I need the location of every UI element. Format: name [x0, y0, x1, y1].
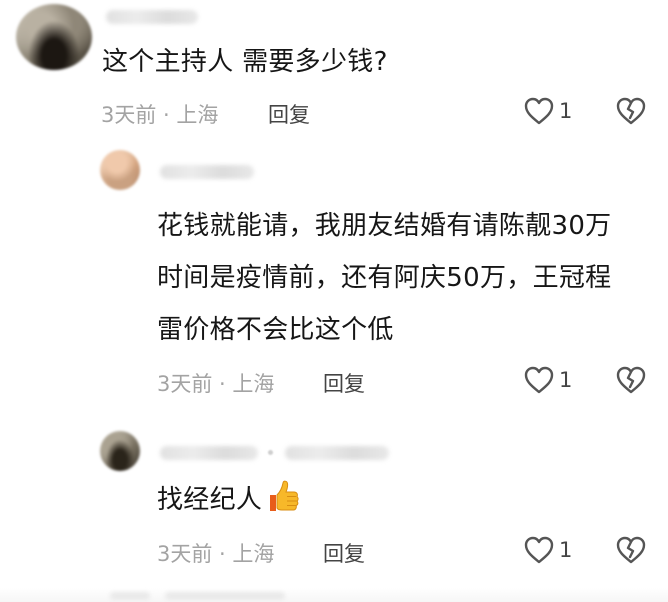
- next-comment-partial: [0, 588, 668, 602]
- reply-target-blurred[interactable]: [285, 446, 389, 460]
- broken-heart-icon[interactable]: [615, 365, 647, 395]
- comment-text-row: 找经纪人: [157, 480, 300, 520]
- comment-thread: 这个主持人 需要多少钱? 3天前 · 上海 回复 1 花钱就能请，我朋友结婚有请…: [0, 0, 668, 602]
- broken-heart-icon[interactable]: [615, 535, 647, 565]
- heart-outline-icon[interactable]: [523, 535, 555, 565]
- username-blurred[interactable]: [106, 10, 198, 24]
- comment-text: 花钱就能请，我朋友结婚有请陈靓30万时间是疫情前，还有阿庆50万，王冠程雷价格不…: [157, 211, 612, 345]
- avatar[interactable]: [100, 431, 140, 471]
- avatar[interactable]: [100, 150, 140, 190]
- username-blurred[interactable]: [160, 446, 258, 460]
- reply-button[interactable]: 回复: [323, 538, 365, 568]
- comment-text: 找经纪人: [157, 485, 263, 515]
- thumbs-up-emoji: [270, 480, 299, 511]
- reply-button[interactable]: 回复: [323, 368, 365, 398]
- like-count: 1: [559, 99, 573, 123]
- like-count: 1: [559, 538, 573, 562]
- comment-meta: 3天前 · 上海: [101, 103, 219, 127]
- comment-meta: 3天前 · 上海: [157, 542, 275, 566]
- comment-meta: 3天前 · 上海: [157, 372, 275, 396]
- avatar[interactable]: [16, 4, 92, 70]
- username-blurred[interactable]: [160, 165, 254, 179]
- heart-outline-icon[interactable]: [523, 96, 555, 126]
- comment-text: 这个主持人 需要多少钱?: [102, 47, 388, 77]
- heart-outline-icon[interactable]: [523, 365, 555, 395]
- like-count: 1: [559, 368, 573, 392]
- reply-arrow-icon: [268, 450, 273, 455]
- reply-button[interactable]: 回复: [268, 99, 310, 129]
- broken-heart-icon[interactable]: [615, 96, 647, 126]
